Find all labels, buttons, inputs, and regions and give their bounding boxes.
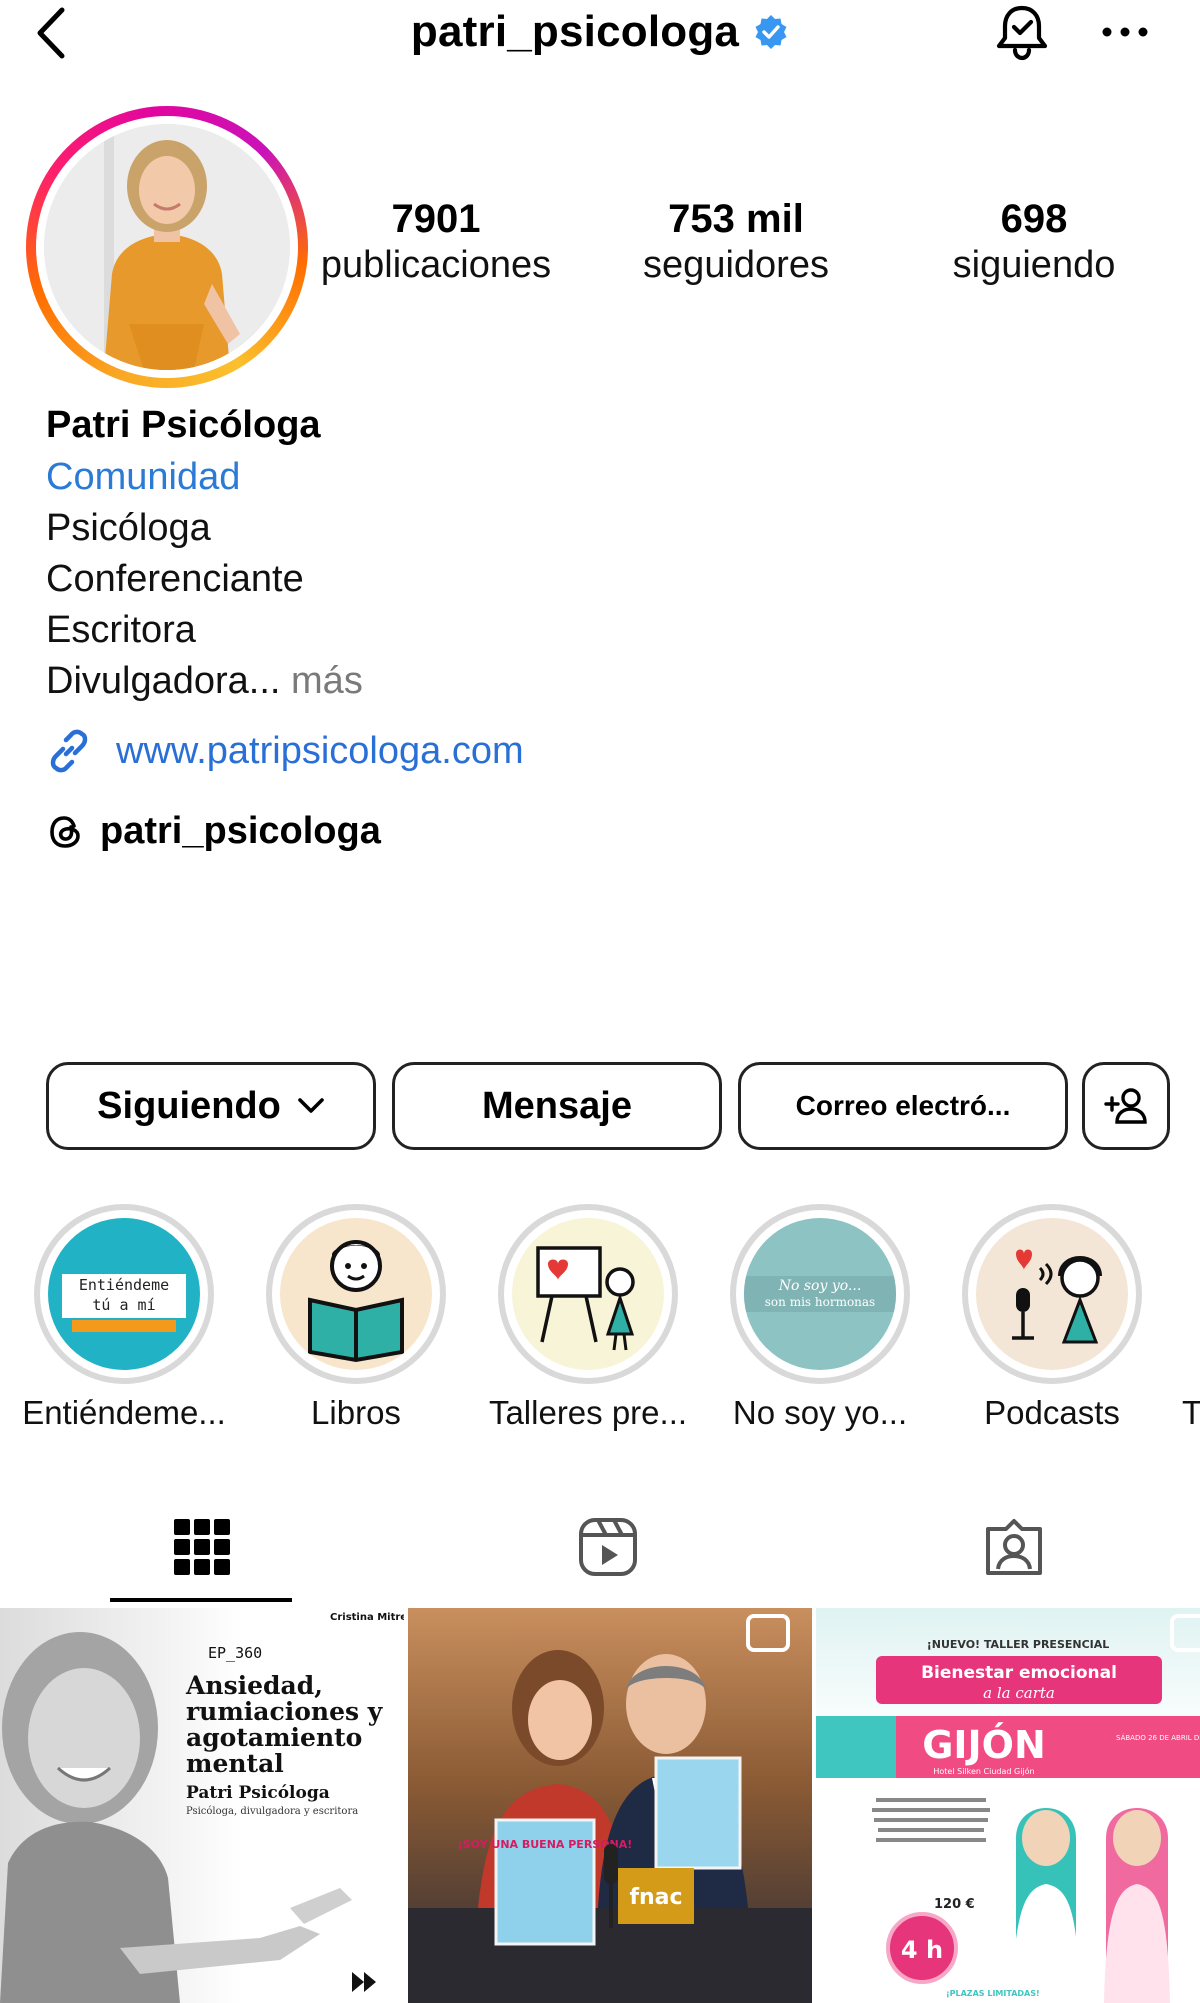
- notifications-button[interactable]: [990, 0, 1054, 64]
- highlight-cover-art: No soy yo... son mis hormonas: [744, 1218, 896, 1370]
- highlight-art-text: son mis hormonas: [765, 1295, 875, 1309]
- threads-handle[interactable]: patri_psicologa: [100, 810, 381, 853]
- grid-icon: [174, 1519, 230, 1575]
- email-button-label: Correo electró...: [795, 1090, 1011, 1121]
- avatar[interactable]: [44, 124, 290, 370]
- post-title-line: mental: [186, 1749, 284, 1778]
- email-button[interactable]: Correo electró...: [738, 1062, 1068, 1150]
- link-icon: [50, 729, 88, 773]
- stat-followers[interactable]: 753 mil seguidores: [606, 196, 866, 288]
- profile-username-title: patri_psicologa: [410, 7, 740, 56]
- workshop-poster: ¡NUEVO! TALLER PRESENCIAL Bienestar emoc…: [816, 1614, 1200, 2003]
- stat-posts-label: publicaciones: [320, 244, 552, 286]
- highlight-cover: No soy yo... son mis hormonas: [744, 1218, 896, 1370]
- stat-posts[interactable]: 7901 publicaciones: [306, 196, 566, 288]
- podcast-microphone-icon: [976, 1218, 1128, 1370]
- threads-icon: [50, 815, 80, 848]
- poster-price: 120 €: [934, 1897, 975, 1912]
- highlight-art-text: No soy yo...: [778, 1278, 862, 1294]
- highlight-cover: Entiéndeme tú a mí: [48, 1218, 200, 1370]
- stat-following[interactable]: 698 siguiendo: [904, 196, 1164, 288]
- bio-line: Escritora: [46, 609, 196, 651]
- bio-more-link[interactable]: más: [291, 660, 363, 702]
- highlight-cover: [512, 1218, 664, 1370]
- tab-tagged[interactable]: [944, 1512, 1084, 1582]
- store-logo-text: fnac: [629, 1885, 682, 1910]
- podcast-cover-image: EP_360 Cristina Mitre Ansiedad, rumiacio…: [0, 1612, 404, 2003]
- post-title-line: rumiaciones y: [186, 1697, 384, 1726]
- stat-followers-label: seguidores: [643, 244, 829, 286]
- highlight-label: Entiéndeme...: [22, 1394, 226, 1431]
- bio-line-text: Divulgadora...: [46, 660, 281, 702]
- tab-reels[interactable]: [538, 1512, 678, 1582]
- highlight-art-text: Entiéndeme: [79, 1276, 169, 1294]
- post-thumbnail[interactable]: EP_360 Cristina Mitre Ansiedad, rumiacio…: [0, 1608, 404, 2003]
- post-title-line: Ansiedad,: [185, 1671, 323, 1700]
- profile-category[interactable]: Comunidad: [46, 452, 1146, 503]
- poster-venue: Hotel Silken Ciudad Gijón: [933, 1766, 1034, 1776]
- reels-icon: [579, 1518, 637, 1576]
- book-signing-photo: ¡SOY UNA BUENA PERSONA! fnac: [408, 1614, 812, 2003]
- bio-line: Psicóloga: [46, 507, 211, 549]
- highlight-cover: [976, 1218, 1128, 1370]
- active-tab-indicator: [110, 1598, 292, 1602]
- poster-tag: ¡NUEVO! TALLER PRESENCIAL: [927, 1638, 1110, 1651]
- stat-following-label: siguiendo: [952, 244, 1116, 286]
- highlight-art-text: tú a mí: [92, 1296, 155, 1314]
- poster-footer: ¡PLAZAS LIMITADAS!: [946, 1989, 1040, 1998]
- post-corner-label: Cristina Mitre: [330, 1612, 404, 1623]
- bio-line-truncated: Divulgadora... más: [46, 656, 1146, 707]
- highlight-label: Libros: [311, 1394, 401, 1431]
- poster-city: GIJÓN: [922, 1723, 1046, 1767]
- highlight-cover-art: Entiéndeme tú a mí: [48, 1218, 200, 1370]
- following-button[interactable]: Siguiendo: [46, 1062, 376, 1150]
- add-user-icon: [1104, 1088, 1147, 1124]
- reading-girl-icon: [280, 1218, 432, 1370]
- post-thumbnail[interactable]: ¡SOY UNA BUENA PERSONA! fnac: [408, 1608, 812, 2003]
- bio-line: Conferenciante: [46, 558, 304, 600]
- message-button-label: Mensaje: [482, 1084, 632, 1127]
- highlight-cover: [280, 1218, 432, 1370]
- stat-posts-value: 7901: [391, 197, 481, 241]
- chevron-down-icon: [298, 1098, 324, 1113]
- post-subtitle: Psicóloga, divulgadora y escritora: [186, 1806, 358, 1817]
- post-thumbnail[interactable]: ¡NUEVO! TALLER PRESENCIAL Bienestar emoc…: [816, 1608, 1200, 2003]
- highlight-label: T: [1182, 1394, 1200, 1431]
- following-button-label: Siguiendo: [97, 1084, 281, 1127]
- teaching-board-icon: [512, 1218, 664, 1370]
- tab-grid[interactable]: [132, 1512, 272, 1582]
- post-episode-label: EP_360: [208, 1644, 262, 1662]
- verified-badge-icon: [755, 15, 787, 49]
- website-link[interactable]: www.patripsicologa.com: [44, 726, 524, 776]
- notification-bell-icon: [996, 5, 1048, 61]
- post-author: Patri Psicóloga: [186, 1783, 330, 1803]
- poster-subtitle: a la carta: [983, 1684, 1055, 1702]
- more-options-button[interactable]: [1100, 10, 1150, 54]
- website-link-text[interactable]: www.patripsicologa.com: [116, 730, 524, 773]
- suggested-users-button[interactable]: [1082, 1062, 1170, 1150]
- profile-display-name: Patri Psicóloga: [46, 404, 321, 446]
- highlight-label: Talleres pre...: [488, 1394, 688, 1431]
- post-title-line: agotamiento: [186, 1723, 362, 1752]
- highlight-label: Podcasts: [984, 1394, 1120, 1431]
- profile-photo: [44, 124, 290, 370]
- poster-date: SÁBADO 26 DE ABRIL DE 16 A 20 H: [1116, 1733, 1200, 1742]
- bio-section: Patri Psicóloga Comunidad Psicóloga Conf…: [46, 398, 1146, 707]
- highlight-label: No soy yo...: [732, 1394, 908, 1431]
- poster-hours: 4 h: [901, 1936, 943, 1964]
- poster-title: Bienestar emocional: [921, 1663, 1117, 1683]
- more-horizontal-icon: [1102, 27, 1148, 37]
- tagged-user-icon: [986, 1519, 1042, 1575]
- message-button[interactable]: Mensaje: [392, 1062, 722, 1150]
- stat-following-value: 698: [1000, 197, 1068, 241]
- threads-badge[interactable]: patri_psicologa: [46, 810, 381, 853]
- stat-followers-value: 753 mil: [668, 197, 804, 241]
